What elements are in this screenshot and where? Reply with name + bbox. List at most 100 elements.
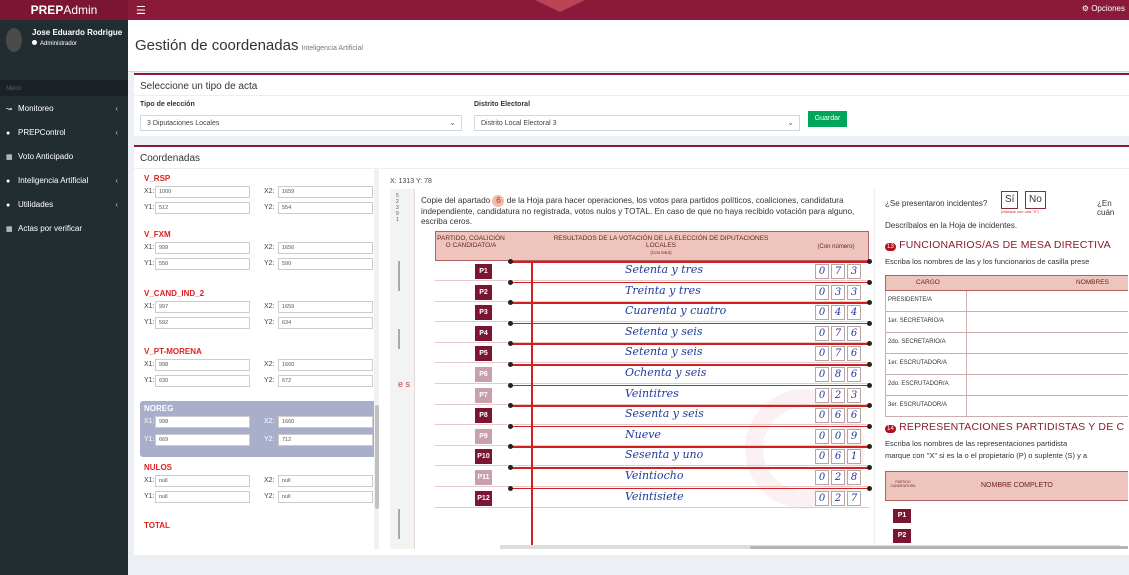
- cargo-row: 2do. SECRETARIO/A: [885, 333, 1128, 354]
- representantes-table-header: PARTIDO CANDIDATURA NOMBRE COMPLETO: [885, 471, 1128, 501]
- y2-label: Y2:: [264, 493, 275, 500]
- coord-group-name: TOTAL: [144, 521, 170, 530]
- tipo-eleccion-label: Tipo de elección: [140, 101, 195, 108]
- x2-label: X2:: [264, 477, 275, 484]
- vote-digit: 0: [815, 428, 829, 444]
- brand-logo[interactable]: PREP Admin: [0, 0, 128, 20]
- x2-input[interactable]: [278, 186, 373, 198]
- x1-label: X1:: [144, 303, 155, 310]
- y2-input[interactable]: [278, 491, 373, 503]
- sidebar-item-prepcontrol[interactable]: ● PREPControl ‹: [0, 120, 128, 144]
- votes-handwritten-text: Veintisiete: [625, 489, 684, 503]
- online-status-icon: [32, 40, 37, 45]
- coord-group-name: V_RSP: [144, 174, 171, 183]
- vote-digit: 2: [831, 387, 845, 403]
- vote-digit: 7: [831, 264, 845, 279]
- party-badge: P2: [475, 284, 492, 300]
- x2-input[interactable]: [278, 359, 373, 371]
- y2-input[interactable]: [278, 317, 373, 329]
- y1-input[interactable]: [155, 317, 250, 329]
- cargo-name: PRESIDENTE/A: [888, 297, 933, 303]
- vote-digit: 3: [847, 284, 861, 300]
- vote-digit: 3: [847, 264, 861, 279]
- x1-label: X1:: [144, 361, 155, 368]
- users-icon: ●: [6, 201, 11, 209]
- vote-digit: 6: [847, 367, 861, 382]
- y2-input[interactable]: [278, 434, 373, 446]
- vote-digit: 7: [831, 346, 845, 362]
- coordinates-box: Coordenadas V_RSP X1: X2: Y1: Y2: V_FXM …: [134, 145, 1129, 555]
- coord-group-v-pt-morena: V_PT-MORENA X1: X2: Y1: Y2:: [140, 344, 379, 396]
- distrito-electoral-select[interactable]: Distrito Local Electoral 3 ⌄: [474, 115, 800, 131]
- party-badge: P1: [475, 264, 492, 279]
- vote-digit: 0: [815, 264, 829, 279]
- x2-input[interactable]: [278, 301, 373, 313]
- y2-label: Y2:: [264, 377, 275, 384]
- x2-input[interactable]: [278, 416, 373, 428]
- sidebar-item-inteligencia-artificial[interactable]: ● Inteligencia Artificial ‹: [0, 168, 128, 192]
- cargo-name: 3er. ESCRUTADOR/A: [888, 402, 947, 408]
- x2-input[interactable]: [278, 242, 373, 254]
- sidebar-item-voto-anticipado[interactable]: ▦ Voto Anticipado: [0, 144, 128, 168]
- y1-input[interactable]: [155, 491, 250, 503]
- sidebar-item-monitoreo[interactable]: ↝ Monitoreo ‹: [0, 96, 128, 120]
- coordinate-region-line: [508, 486, 872, 490]
- divider: [966, 354, 967, 374]
- y1-input[interactable]: [155, 258, 250, 270]
- cursor-coordinate-readout: X: 1313 Y: 78: [390, 178, 432, 185]
- party-badge: P3: [475, 305, 492, 321]
- vote-digit: 9: [847, 428, 861, 444]
- coord-group-name: NULOS: [144, 463, 172, 472]
- x2-input[interactable]: [278, 475, 373, 487]
- y2-input[interactable]: [278, 202, 373, 214]
- section-14-subtitle-2: marque con "X" si es la o el propietario…: [885, 451, 1088, 460]
- y2-input[interactable]: [278, 375, 373, 387]
- x1-input[interactable]: [155, 416, 250, 428]
- party-badge: P6: [475, 367, 492, 382]
- coordinate-region-line: [508, 341, 872, 346]
- vote-digit: 7: [847, 490, 861, 506]
- section-14-number: 14: [885, 425, 897, 433]
- vote-digit: 2: [831, 490, 845, 506]
- y1-label: Y1:: [144, 319, 155, 326]
- y1-input[interactable]: [155, 202, 250, 214]
- options-label: Opciones: [1091, 4, 1125, 13]
- list-icon: ▦: [6, 153, 13, 161]
- sidebar-item-actas-por-verificar[interactable]: ▦ Actas por verificar: [0, 216, 128, 240]
- vote-digit: 6: [831, 449, 845, 465]
- content-header: Gestión de coordenadas Inteligencia Artif…: [128, 20, 1129, 72]
- divider: [966, 291, 967, 311]
- acta-image-viewer[interactable]: 5 2 3 9 1 e s Copie del apartado 6 de la…: [390, 189, 1128, 549]
- coordinates-box-title: Coordenadas: [140, 153, 201, 164]
- results-row: P9 Nueve 0 0 9: [435, 427, 869, 446]
- hamburger-menu-icon[interactable]: ☰: [136, 4, 146, 17]
- y2-label: Y2:: [264, 319, 275, 326]
- x1-input[interactable]: [155, 186, 250, 198]
- save-button[interactable]: Guardar: [808, 111, 847, 127]
- page-title-text: Gestión de coordenadas: [135, 37, 299, 54]
- coordinates-scrollbar-thumb[interactable]: [375, 405, 379, 509]
- y1-input[interactable]: [155, 434, 250, 446]
- y2-input[interactable]: [278, 258, 373, 270]
- viewer-horizontal-scrollbar-thumb[interactable]: [750, 546, 1128, 549]
- chevron-left-icon: ‹: [115, 175, 118, 185]
- x1-input[interactable]: [155, 359, 250, 371]
- y1-input[interactable]: [155, 375, 250, 387]
- x1-input[interactable]: [155, 475, 250, 487]
- distrito-electoral-value: Distrito Local Electoral 3: [481, 120, 557, 127]
- cargo-row: 1er. ESCRUTADOR/A: [885, 354, 1128, 375]
- section-13-subtitle: Escriba los nombres de las y los funcion…: [885, 257, 1090, 266]
- sidebar-item-utilidades[interactable]: ● Utilidades ‹: [0, 192, 128, 216]
- x1-input[interactable]: [155, 242, 250, 254]
- divider: [966, 396, 967, 416]
- coord-group-noreg[interactable]: NOREG X1: X2: Y1: Y2:: [140, 401, 379, 457]
- cuantos-question: ¿En cuán: [1097, 199, 1115, 217]
- x1-input[interactable]: [155, 301, 250, 313]
- results-row: P12 Veintisiete 0 2 7: [435, 489, 869, 508]
- section-14-title-text: REPRESENTACIONES PARTIDISTAS Y DE C: [899, 421, 1125, 433]
- options-menu[interactable]: ⚙ Opciones: [1082, 4, 1125, 13]
- divider: [966, 333, 967, 353]
- coord-group-name: V_CAND_IND_2: [144, 289, 205, 298]
- coordinates-list[interactable]: V_RSP X1: X2: Y1: Y2: V_FXM X1: X2: Y1: …: [134, 169, 379, 549]
- tipo-eleccion-select[interactable]: 3 Diputaciones Locales ⌄: [140, 115, 462, 131]
